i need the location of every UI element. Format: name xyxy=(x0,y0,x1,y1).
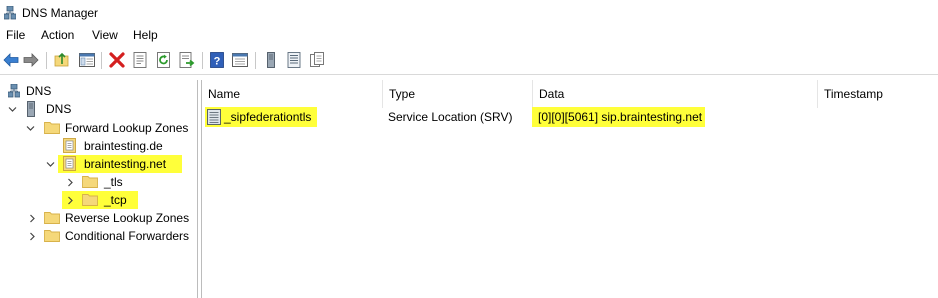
menu-bar: File Action View Help xyxy=(0,26,938,46)
records-list: Name Type Data Timestamp _sipfederationt… xyxy=(201,80,938,298)
folder-icon xyxy=(82,194,98,206)
forward-icon[interactable] xyxy=(22,51,40,69)
tree-label: DNS xyxy=(26,84,52,98)
zone-file-icon xyxy=(63,138,76,153)
tree-item-forward-lookup-zones[interactable]: Forward Lookup Zones xyxy=(6,119,196,137)
toolbar-separator xyxy=(46,52,47,69)
menu-action[interactable]: Action xyxy=(41,28,74,42)
chevron-right-icon[interactable] xyxy=(28,232,37,241)
record-icon xyxy=(207,109,221,125)
chevron-right-icon[interactable] xyxy=(28,214,37,223)
svg-text:?: ? xyxy=(214,56,221,68)
record-data: [0][0][5061] sip.braintesting.net xyxy=(538,110,703,124)
server-icon[interactable] xyxy=(262,51,280,69)
tree-item-reverse-lookup-zones[interactable]: Reverse Lookup Zones xyxy=(6,209,196,227)
tree-label: Conditional Forwarders xyxy=(65,229,190,243)
column-header-type[interactable]: Type xyxy=(383,80,533,108)
column-header-name[interactable]: Name xyxy=(202,80,383,108)
help-icon[interactable]: ? xyxy=(208,51,226,69)
menu-view[interactable]: View xyxy=(92,28,118,42)
chevron-down-icon[interactable] xyxy=(26,124,35,133)
list-icon[interactable] xyxy=(285,51,303,69)
chevron-down-icon[interactable] xyxy=(46,160,55,169)
column-header-data[interactable]: Data xyxy=(533,80,818,108)
menu-file[interactable]: File xyxy=(6,28,25,42)
back-icon[interactable] xyxy=(2,51,20,69)
chevron-down-icon[interactable] xyxy=(8,105,17,114)
show-hide-tree-icon[interactable] xyxy=(78,51,96,69)
tree-label: _tls xyxy=(104,175,123,189)
copy-icon[interactable] xyxy=(308,51,326,69)
column-header-timestamp[interactable]: Timestamp xyxy=(818,80,938,108)
tree-item-tls[interactable]: _tls xyxy=(6,173,186,191)
window-title: DNS Manager xyxy=(22,6,99,20)
toolbar-separator xyxy=(101,52,102,69)
tree-label: _tcp xyxy=(104,193,127,207)
toolbar-separator xyxy=(255,52,256,69)
export-icon[interactable] xyxy=(178,51,196,69)
title-bar: DNS Manager xyxy=(0,0,938,26)
table-row[interactable]: _sipfederationtls Service Location (SRV)… xyxy=(202,107,938,127)
list-header: Name Type Data Timestamp xyxy=(202,80,938,108)
record-type: Service Location (SRV) xyxy=(388,110,513,124)
chevron-right-icon[interactable] xyxy=(66,178,75,187)
dns-server-icon xyxy=(4,6,16,20)
delete-icon[interactable] xyxy=(108,51,126,69)
tree-label: Reverse Lookup Zones xyxy=(65,211,190,225)
folder-icon xyxy=(44,230,60,242)
record-name: _sipfederationtls xyxy=(224,110,312,124)
tree-item-dns-root[interactable]: DNS xyxy=(6,82,186,100)
tree-item-zone-braintesting-net[interactable]: braintesting.net xyxy=(6,155,186,173)
tree-item-zone-braintesting-de[interactable]: braintesting.de xyxy=(6,137,186,155)
toolbar-separator xyxy=(202,52,203,69)
tree-item-conditional-forwarders[interactable]: Conditional Forwarders xyxy=(6,227,196,245)
tree-label: braintesting.de xyxy=(84,139,163,153)
toolbar: ? xyxy=(0,47,938,75)
tree-pane: DNS DNS Forward Lookup Zones braintestin… xyxy=(0,80,198,298)
properties-icon[interactable] xyxy=(131,51,149,69)
folder-icon xyxy=(82,176,98,188)
folder-icon xyxy=(44,122,60,134)
menu-help[interactable]: Help xyxy=(133,28,158,42)
refresh-icon[interactable] xyxy=(155,51,173,69)
tree-item-tcp[interactable]: _tcp xyxy=(6,191,186,209)
tree-label: Forward Lookup Zones xyxy=(65,121,189,135)
tree-item-dns-server[interactable]: DNS xyxy=(6,100,186,118)
tree-label: DNS xyxy=(46,102,72,116)
server-icon xyxy=(27,101,35,117)
console-icon[interactable] xyxy=(231,51,249,69)
tree-label: braintesting.net xyxy=(84,157,167,171)
up-folder-icon[interactable] xyxy=(53,51,71,69)
zone-file-icon xyxy=(63,156,76,171)
chevron-right-icon[interactable] xyxy=(66,196,75,205)
folder-icon xyxy=(44,212,60,224)
dns-icon xyxy=(8,84,20,98)
